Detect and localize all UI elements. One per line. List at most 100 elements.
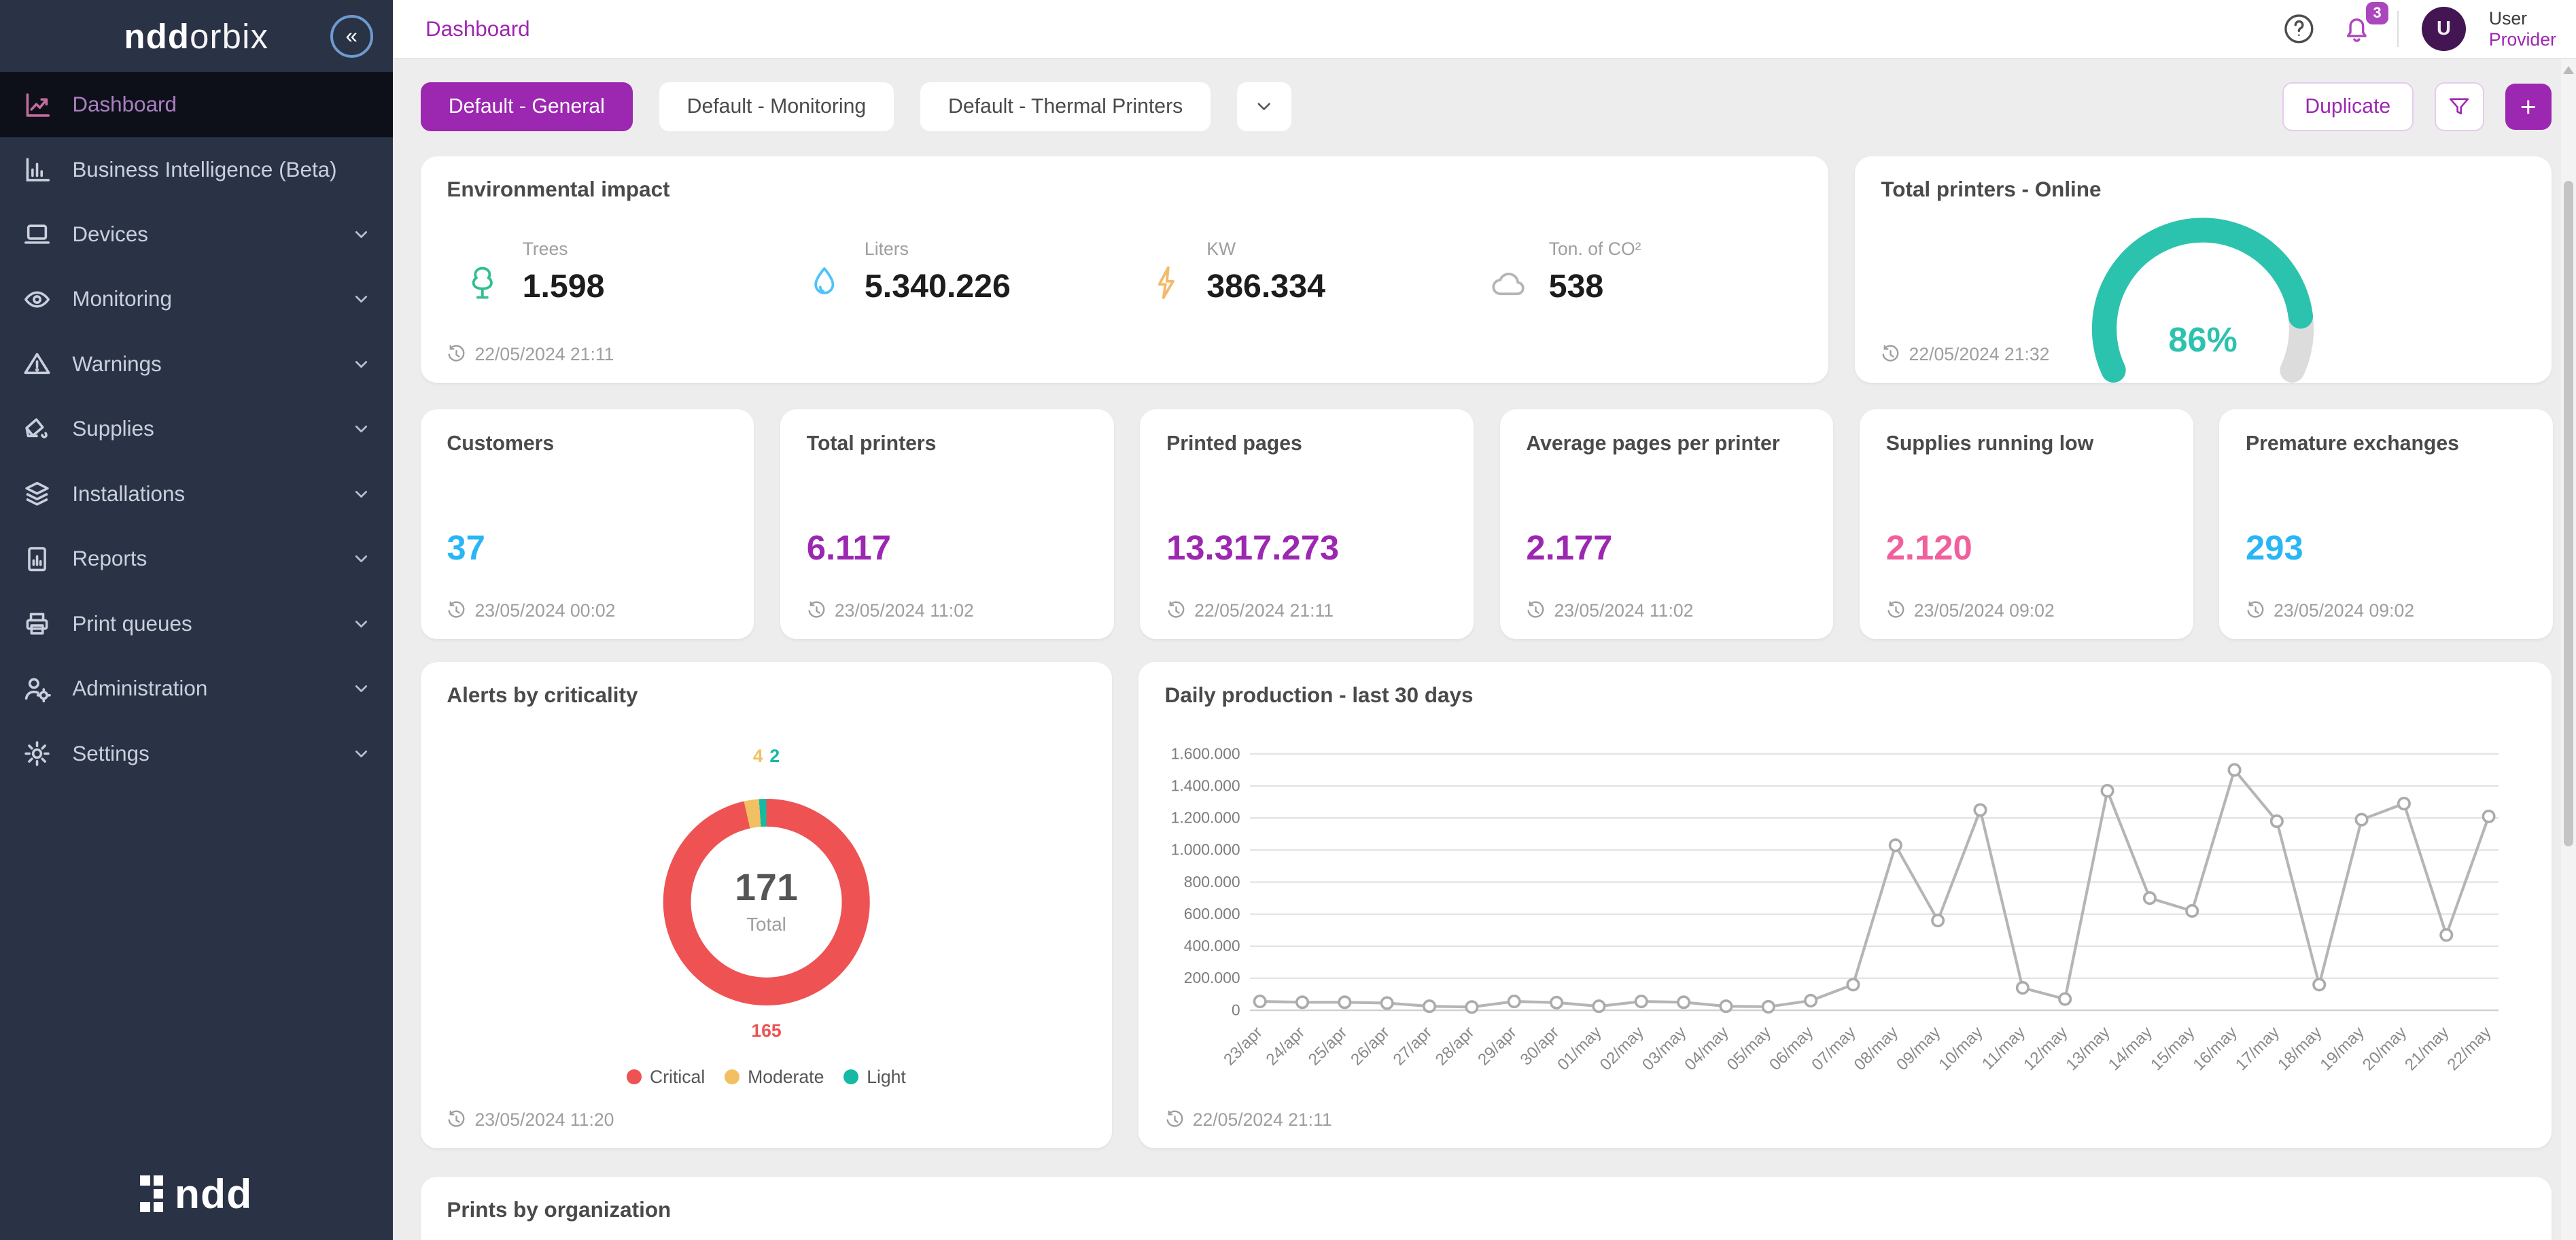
donut-label-moderate: 4 xyxy=(753,746,763,766)
sidebar-item-warnings[interactable]: Warnings xyxy=(0,332,393,396)
svg-text:600.000: 600.000 xyxy=(1184,905,1240,923)
alerts-donut-chart: 171 Total xyxy=(663,799,870,1006)
svg-text:20/may: 20/may xyxy=(2359,1023,2411,1075)
history-icon xyxy=(1881,345,1900,364)
chevron-down-icon xyxy=(351,354,371,374)
sidebar-item-label: Settings xyxy=(72,742,149,766)
topbar-divider xyxy=(2397,11,2399,47)
topbar: Dashboard 3 U User Provider xyxy=(393,0,2576,59)
card-kpi-printed-pages: Printed pages 13.317.273 22/05/2024 21:1… xyxy=(1140,409,1474,639)
logo-ndd: ndd xyxy=(124,17,190,56)
lightning-icon xyxy=(1147,264,1206,309)
metric-value: 5.340.226 xyxy=(865,267,1128,305)
kpi-value: 6.117 xyxy=(807,528,891,568)
ink-supply-icon xyxy=(23,415,51,443)
svg-text:13/may: 13/may xyxy=(2063,1023,2114,1075)
metric-trees: Trees 1.598 xyxy=(444,235,786,311)
sidebar-item-monitoring[interactable]: Monitoring xyxy=(0,267,393,332)
card-timestamp: 22/05/2024 21:11 xyxy=(1166,600,1334,621)
card-kpi-premature-exchanges: Premature exchanges 293 23/05/2024 09:02 xyxy=(2219,409,2553,639)
svg-text:06/may: 06/may xyxy=(1766,1023,1817,1075)
card-title: Daily production - last 30 days xyxy=(1165,683,1474,708)
sidebar: nddorbix « Dashboard Business Intelligen… xyxy=(0,0,393,1240)
chevron-down-icon xyxy=(351,744,371,763)
svg-text:24/apr: 24/apr xyxy=(1263,1023,1309,1069)
sidebar-item-reports[interactable]: Reports xyxy=(0,527,393,591)
help-button[interactable] xyxy=(2282,12,2316,46)
sidebar-item-business-intelligence[interactable]: Business Intelligence (Beta) xyxy=(0,137,393,202)
svg-text:05/may: 05/may xyxy=(1724,1023,1775,1075)
sidebar-logo-row: nddorbix « xyxy=(0,0,393,72)
app-logo: nddorbix xyxy=(124,16,268,56)
sidebar-item-administration[interactable]: Administration xyxy=(0,657,393,721)
metric-co2: Ton. of CO² 538 xyxy=(1470,235,1812,311)
scroll-up-arrow-icon[interactable] xyxy=(2563,66,2574,74)
sidebar-item-label: Business Intelligence (Beta) xyxy=(72,158,336,182)
metric-value: 538 xyxy=(1549,267,1812,305)
donut-total-value: 171 xyxy=(735,869,798,907)
sidebar-item-dashboard[interactable]: Dashboard xyxy=(0,72,393,137)
sidebar-collapse-button[interactable]: « xyxy=(330,15,373,58)
card-timestamp: 23/05/2024 09:02 xyxy=(1886,600,2055,621)
gauge-percent-label: 86% xyxy=(2168,320,2238,359)
sidebar-item-print-queues[interactable]: Print queues xyxy=(0,591,393,656)
svg-text:19/may: 19/may xyxy=(2317,1023,2369,1075)
daily-production-line-chart: 0200.000400.000600.000800.0001.000.0001.… xyxy=(1155,734,2531,1125)
printers-online-gauge: 86% xyxy=(2072,205,2335,396)
avatar[interactable]: U xyxy=(2422,7,2466,51)
svg-text:800.000: 800.000 xyxy=(1184,873,1240,891)
svg-text:14/may: 14/may xyxy=(2105,1023,2157,1075)
tabs-actions: Duplicate + xyxy=(2282,82,2552,132)
svg-text:16/may: 16/may xyxy=(2190,1023,2242,1075)
user-block[interactable]: User Provider xyxy=(2489,8,2556,50)
sidebar-item-label: Reports xyxy=(72,547,147,571)
sidebar-item-supplies[interactable]: Supplies xyxy=(0,397,393,462)
logo-orbix: orbix xyxy=(190,17,268,56)
metric-label: Liters xyxy=(865,239,1128,260)
app-root: nddorbix « Dashboard Business Intelligen… xyxy=(0,0,2576,1240)
card-kpi-supplies-running-low: Supplies running low 2.120 23/05/2024 09… xyxy=(1860,409,2193,639)
kpi-value: 2.120 xyxy=(1886,528,1972,568)
ndd-logo-word: ndd xyxy=(175,1170,252,1218)
droplet-icon xyxy=(805,264,865,309)
add-dashboard-button[interactable]: + xyxy=(2505,84,2552,130)
donut-center: 171 Total xyxy=(691,827,841,978)
history-icon xyxy=(1886,601,1906,621)
report-file-icon xyxy=(23,545,51,573)
tab-default-thermal-printers[interactable]: Default - Thermal Printers xyxy=(920,82,1211,132)
svg-text:200.000: 200.000 xyxy=(1184,969,1240,987)
kpi-value: 293 xyxy=(2246,528,2303,568)
sidebar-item-devices[interactable]: Devices xyxy=(0,202,393,266)
sidebar-item-installations[interactable]: Installations xyxy=(0,462,393,526)
ndd-footer-logo: ndd xyxy=(0,1170,393,1218)
sidebar-item-label: Supplies xyxy=(72,417,154,441)
tab-default-monitoring[interactable]: Default - Monitoring xyxy=(659,82,894,132)
kpi-label: Total printers xyxy=(807,432,937,455)
legend-dot xyxy=(725,1069,739,1084)
card-timestamp: 22/05/2024 21:11 xyxy=(447,344,614,365)
breadcrumb[interactable]: Dashboard xyxy=(425,17,530,41)
page-scrollbar[interactable] xyxy=(2561,59,2576,1240)
scrollbar-thumb[interactable] xyxy=(2564,181,2574,846)
notifications-button[interactable]: 3 xyxy=(2339,12,2374,46)
kpi-value: 2.177 xyxy=(1526,528,1612,568)
sidebar-item-label: Monitoring xyxy=(72,287,172,311)
tabs-overflow-button[interactable] xyxy=(1237,82,1291,132)
duplicate-button[interactable]: Duplicate xyxy=(2282,82,2414,132)
user-name: User xyxy=(2489,8,2556,29)
sidebar-item-settings[interactable]: Settings xyxy=(0,721,393,786)
kpi-label: Average pages per printer xyxy=(1526,432,1779,455)
timestamp-text: 22/05/2024 21:11 xyxy=(1194,600,1334,621)
gear-icon xyxy=(23,740,51,768)
bar-chart-icon xyxy=(23,156,51,184)
svg-text:400.000: 400.000 xyxy=(1184,937,1240,954)
laptop-icon xyxy=(23,220,51,248)
svg-text:02/may: 02/may xyxy=(1597,1023,1648,1075)
tab-default-general[interactable]: Default - General xyxy=(421,82,633,132)
metric-label: KW xyxy=(1206,239,1469,260)
metric-label: Trees xyxy=(523,239,786,260)
card-timestamp: 23/05/2024 09:02 xyxy=(2246,600,2414,621)
donut-top-labels: 42 xyxy=(421,746,1113,767)
filter-button[interactable] xyxy=(2435,82,2484,132)
legend-dot xyxy=(627,1069,642,1084)
